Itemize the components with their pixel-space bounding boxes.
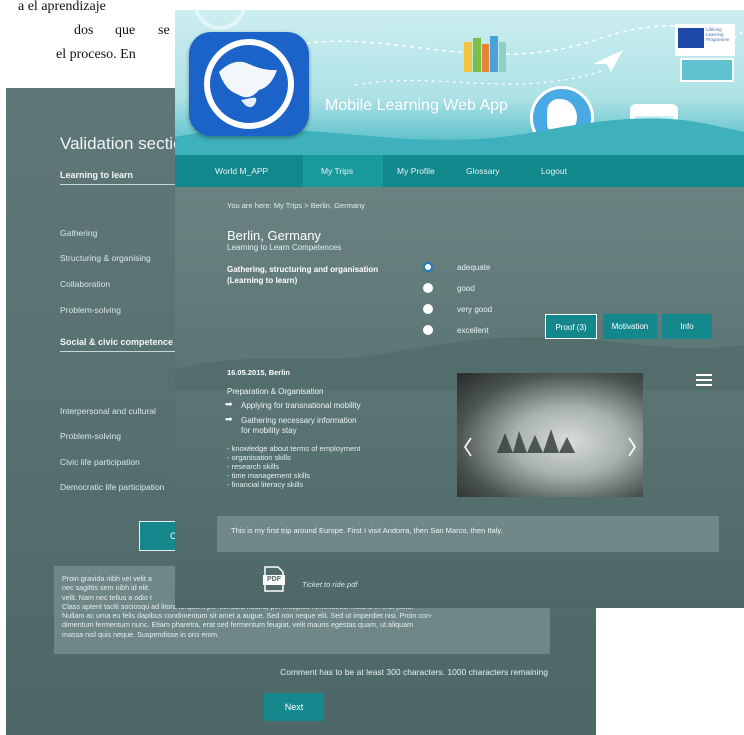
- criterion-problem-solving-2[interactable]: Problem-solving: [60, 431, 121, 441]
- trip-description-text: This is my first trip around Europe. Fir…: [231, 526, 503, 535]
- nav-my-profile[interactable]: My Profile: [397, 166, 435, 176]
- criterion-line: Gathering, structuring and organisation: [227, 265, 379, 274]
- rating-radio-excellent[interactable]: [423, 325, 433, 335]
- next-button[interactable]: Next: [264, 693, 324, 721]
- motivation-button[interactable]: Motivation: [603, 314, 657, 339]
- criterion-gathering[interactable]: Gathering: [60, 228, 97, 238]
- nav-glossary[interactable]: Glossary: [466, 166, 500, 176]
- rating-radio-very-good[interactable]: [423, 304, 433, 314]
- rating-label-excellent: excellent: [457, 326, 489, 335]
- pdf-file-icon[interactable]: PDF: [263, 566, 285, 592]
- trip-city-title: Berlin, Germany: [227, 228, 321, 243]
- menu-icon[interactable]: [696, 374, 712, 386]
- screenshot-stage: a el aprendizaje dos que se el proceso. …: [0, 0, 744, 735]
- proof-button[interactable]: Proof (3): [545, 314, 597, 339]
- rating-label-good: good: [457, 284, 475, 293]
- main-navigation: World M_APP My Trips My Profile Glossary…: [175, 155, 744, 187]
- criterion-structuring[interactable]: Structuring & organising: [60, 253, 151, 263]
- nav-my-trips[interactable]: My Trips: [321, 166, 353, 176]
- skill-item: - financial literacy skills: [227, 480, 304, 489]
- books-icon: [464, 34, 506, 72]
- comment-line: massa nisl quis neque. Suspendisse in or…: [62, 629, 220, 639]
- criterion-problem-solving[interactable]: Problem-solving: [60, 305, 121, 315]
- section-learning-to-learn: Learning to learn: [60, 170, 134, 180]
- comment-line: dimentum fermentum nunc. Etiam pharetra,…: [62, 620, 414, 630]
- criterion-democratic-life[interactable]: Democratic life participation: [60, 482, 164, 492]
- doc-line-2a: dos: [74, 23, 94, 38]
- laptop-icon: [680, 58, 734, 82]
- app-title: Mobile Learning Web App: [325, 97, 508, 114]
- validation-title: Validation section: [60, 134, 192, 153]
- nav-world-mapp[interactable]: World M_APP: [215, 166, 268, 176]
- pdf-filename[interactable]: Ticket to ride.pdf: [302, 580, 357, 589]
- paper-plane-icon: [593, 50, 623, 72]
- app-logo-icon[interactable]: [189, 32, 309, 136]
- rating-label-adequate: adequate: [457, 263, 491, 272]
- arrow-item: Applying for transnational mobility: [241, 401, 361, 410]
- trip-screen: Lifelong Learning Programme Mobile Learn…: [175, 10, 744, 608]
- trip-description: This is my first trip around Europe. Fir…: [217, 516, 719, 552]
- section-social-civic: Social & civic competence: [60, 337, 174, 347]
- eu-flag-icon: Lifelong Learning Programme: [675, 24, 735, 56]
- criterion-collaboration[interactable]: Collaboration: [60, 279, 110, 289]
- criterion-interpersonal[interactable]: Interpersonal and cultural: [60, 406, 156, 416]
- arrow-item: for mobility stay: [241, 426, 297, 435]
- competence-subtitle: Learning to Learn Competences: [227, 243, 342, 252]
- rating-label-very-good: very good: [457, 305, 493, 314]
- arrow-right-icon: ➡: [225, 414, 233, 424]
- criterion-civic-life[interactable]: Civic life participation: [60, 457, 140, 467]
- arrow-right-icon: ➡: [225, 399, 233, 409]
- comment-line: Nullam ac urna eu felis dapibus condimen…: [62, 611, 433, 621]
- forest-fog-image: [464, 429, 636, 457]
- breadcrumb: You are here: My Trips > Berlin, Germany: [227, 201, 365, 210]
- criterion-title: Gathering, structuring and organisation …: [227, 264, 378, 286]
- info-button[interactable]: Info: [662, 314, 712, 339]
- eu-badge-text: Lifelong Learning Programme: [706, 27, 730, 42]
- chevron-right-icon: [628, 437, 636, 457]
- doc-line-2b: que: [115, 23, 136, 38]
- arrow-item: Gathering necessary information: [241, 416, 357, 425]
- doc-line-3: el proceso. En: [56, 47, 136, 62]
- world-map-icon: [204, 39, 294, 129]
- characters-remaining: Comment has to be at least 300 character…: [280, 667, 548, 677]
- rating-radio-good[interactable]: [423, 283, 433, 293]
- rating-radio-adequate[interactable]: [423, 262, 433, 272]
- doc-line-2c: se: [158, 23, 170, 38]
- entry-date: 16.05.2015, Berlin: [227, 368, 290, 377]
- pdf-label: PDF: [267, 576, 281, 583]
- entry-heading: Preparation & Organisation: [227, 387, 324, 396]
- app-header: Lifelong Learning Programme Mobile Learn…: [175, 10, 744, 155]
- doc-line-1: a el aprendizaje: [18, 0, 106, 14]
- criterion-line: (Learning to learn): [227, 276, 298, 285]
- nav-logout[interactable]: Logout: [541, 166, 567, 176]
- trip-photo: [457, 373, 643, 497]
